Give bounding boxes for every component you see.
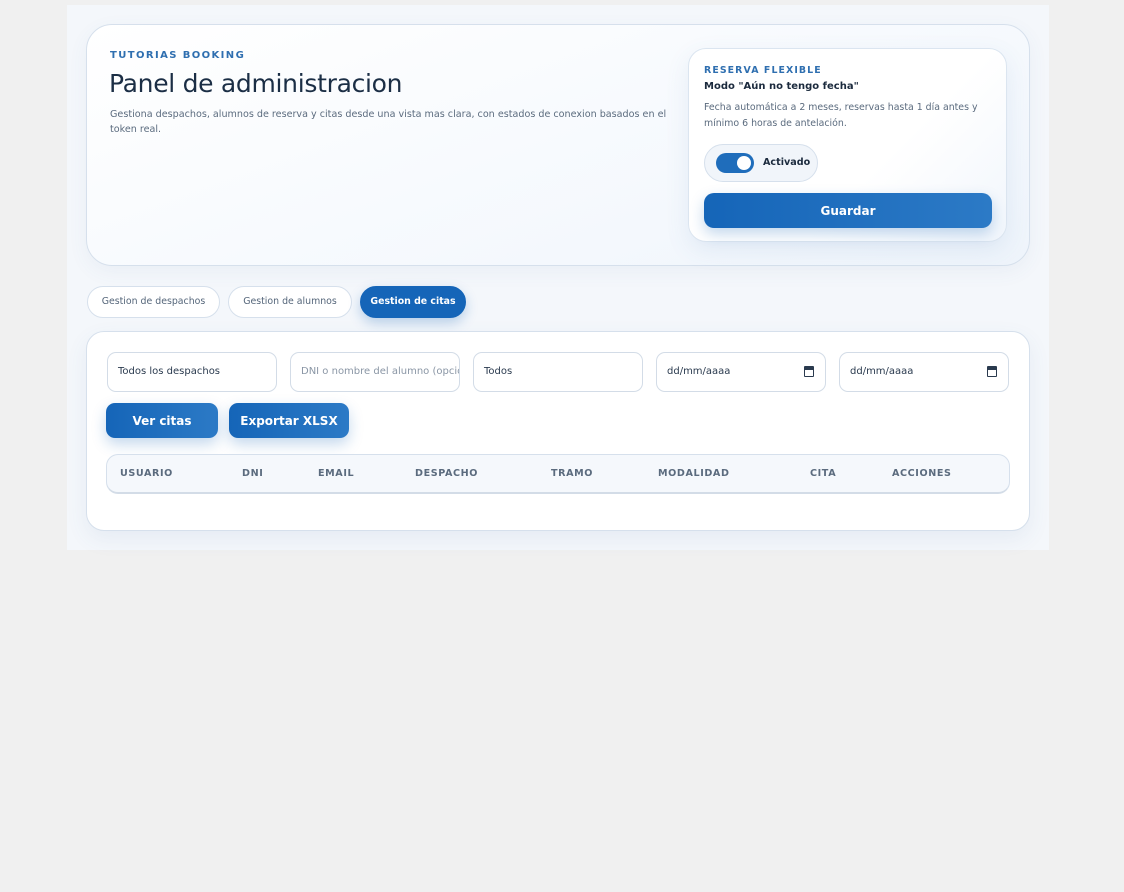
flexible-toggle-container: Activado: [704, 144, 818, 182]
flexible-mode-title: Modo "Aún no tengo fecha": [704, 81, 859, 92]
tab-alumnos[interactable]: Gestion de alumnos: [228, 286, 352, 318]
flexible-description: Fecha automática a 2 meses, reservas has…: [704, 102, 978, 129]
tab-citas[interactable]: Gestion de citas: [360, 286, 466, 318]
status-select[interactable]: Todos: [473, 352, 643, 392]
page-description: Gestiona despachos, alumnos de reserva y…: [110, 109, 667, 135]
toggle-label: Activado: [763, 157, 811, 168]
table-header: USUARIO DNI EMAIL DESPACHO TRAMO MODALID…: [106, 454, 1010, 494]
page-title: Panel de administracion: [109, 69, 403, 98]
column-header: ACCIONES: [892, 468, 952, 479]
column-header: EMAIL: [318, 468, 355, 479]
admin-page: TUTORIAS BOOKING Panel de administracion…: [67, 5, 1049, 550]
app-eyebrow: TUTORIAS BOOKING: [110, 50, 246, 61]
column-header: DNI: [242, 468, 264, 479]
date-from-placeholder: dd/mm/aaaa: [667, 366, 731, 377]
date-to-input[interactable]: dd/mm/aaaa: [839, 352, 1009, 392]
view-appointments-button[interactable]: Ver citas: [106, 403, 218, 438]
tab-despachos[interactable]: Gestion de despachos: [87, 286, 220, 318]
appointments-panel: Todos los despachos DNI o nombre del alu…: [86, 331, 1030, 531]
column-header: DESPACHO: [415, 468, 479, 479]
column-header: MODALIDAD: [658, 468, 730, 479]
save-button[interactable]: Guardar: [704, 193, 992, 228]
column-header: CITA: [810, 468, 837, 479]
date-to-placeholder: dd/mm/aaaa: [850, 366, 914, 377]
flexible-eyebrow: RESERVA FLEXIBLE: [704, 65, 822, 76]
column-header: USUARIO: [120, 468, 173, 479]
hero-card: TUTORIAS BOOKING Panel de administracion…: [86, 24, 1030, 266]
toggle-knob: [737, 156, 751, 170]
office-select[interactable]: Todos los despachos: [107, 352, 277, 392]
student-search-input[interactable]: DNI o nombre del alumno (opcional): [290, 352, 460, 392]
calendar-icon[interactable]: [804, 366, 814, 377]
flexible-booking-card: RESERVA FLEXIBLE Modo "Aún no tengo fech…: [688, 48, 1007, 242]
flexible-toggle-switch[interactable]: [716, 153, 754, 173]
date-from-input[interactable]: dd/mm/aaaa: [656, 352, 826, 392]
calendar-icon[interactable]: [987, 366, 997, 377]
column-header: TRAMO: [551, 468, 594, 479]
export-xlsx-button[interactable]: Exportar XLSX: [229, 403, 349, 438]
